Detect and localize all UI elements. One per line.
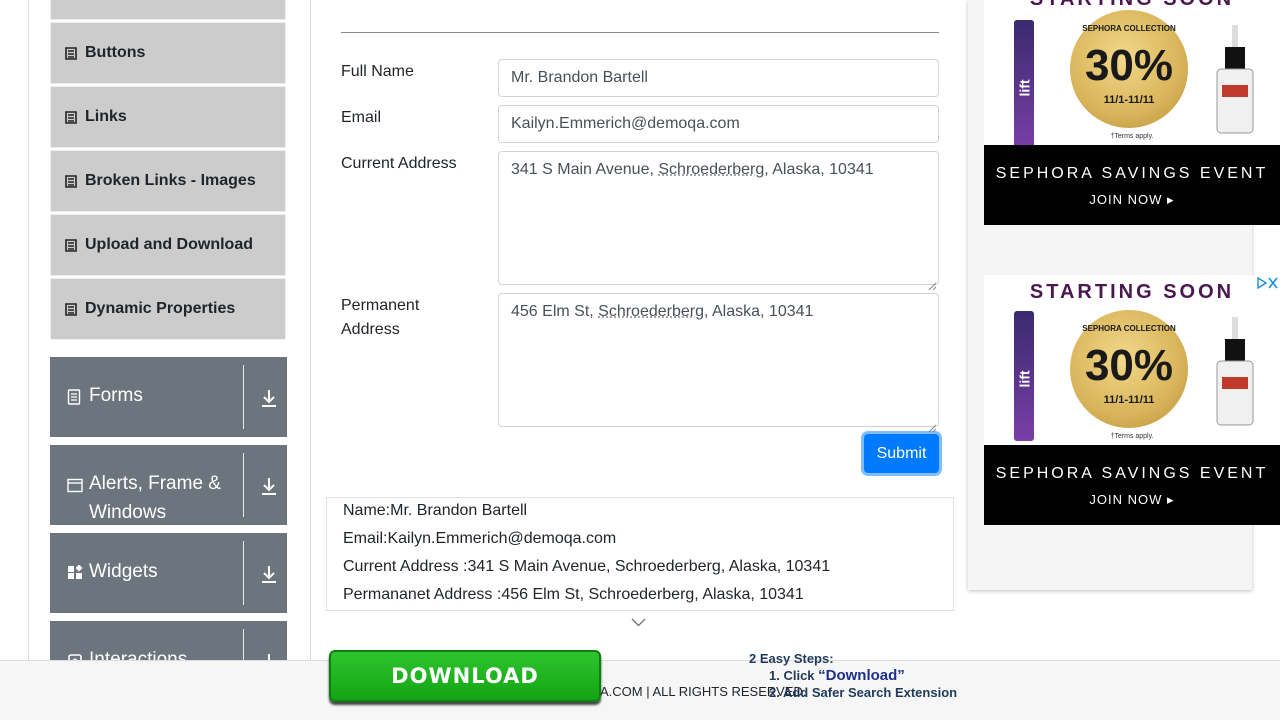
ad-terms: †Terms apply. bbox=[1110, 133, 1154, 140]
list-icon bbox=[65, 110, 77, 124]
coin-dates: 11/1-11/11 bbox=[1103, 94, 1155, 106]
group-divider bbox=[243, 453, 244, 517]
sidebar-item-label: Broken Links - Images bbox=[85, 172, 256, 189]
form-icon bbox=[67, 389, 83, 405]
sidebar-item-broken-links[interactable]: Broken Links - Images bbox=[50, 150, 286, 212]
permanent-address-text-end: , Alaska, 10341 bbox=[704, 303, 814, 320]
step-2: 2. Add Safer Search Extension bbox=[769, 685, 958, 700]
permanent-address-textarea[interactable]: 456 Elm St, Schroederberg, Alaska, 10341 bbox=[498, 293, 939, 433]
ad-join-link[interactable]: JOIN NOW ▸ bbox=[984, 492, 1280, 508]
full-name-input[interactable] bbox=[498, 59, 939, 97]
coin-collection: SEPHORA COLLECTION bbox=[1082, 24, 1176, 33]
sidebar-item-label: Links bbox=[85, 108, 127, 125]
current-address-label: Current Address bbox=[341, 155, 457, 172]
permanent-address-text: 456 Elm St, bbox=[511, 303, 599, 320]
mascara-image: lift bbox=[1014, 311, 1034, 441]
permanent-address-city: Schroederberg bbox=[598, 303, 704, 320]
permanent-address-label: Permanent bbox=[341, 297, 420, 314]
email-input[interactable] bbox=[498, 105, 939, 143]
adchoices-icon[interactable] bbox=[1244, 275, 1280, 291]
list-icon bbox=[65, 238, 77, 252]
group-divider bbox=[243, 541, 244, 605]
download-ad-steps: 2 Easy Steps: 1. Click “Download” 2. Add… bbox=[749, 650, 957, 700]
ad-event-text: SEPHORA SAVINGS EVENT bbox=[995, 465, 1269, 482]
coin-collection: SEPHORA COLLECTION bbox=[1082, 324, 1176, 333]
discount-coin: SEPHORA COLLECTION 30% 11/1-11/11 bbox=[1070, 310, 1188, 428]
permanent-address-label-line2: Address bbox=[341, 321, 400, 338]
coin-dates: 11/1-11/11 bbox=[1103, 394, 1155, 406]
resize-handle-icon[interactable] bbox=[928, 416, 937, 433]
ad-banner-middle[interactable]: STARTING SOON lift SEPHORA COLLECTION 30… bbox=[984, 275, 1280, 525]
sidebar-item-dynamic-properties[interactable]: Dynamic Properties bbox=[50, 278, 286, 340]
ad-headline: STARTING SOON bbox=[1029, 281, 1235, 303]
download-arrow-icon[interactable] bbox=[260, 476, 278, 496]
group-label-line2: Windows bbox=[89, 502, 167, 523]
step-1: 1. Click “Download” bbox=[769, 667, 905, 684]
output-email: Email:Kailyn.Emmerich@demoqa.com bbox=[343, 530, 617, 547]
sidebar-item-buttons[interactable]: Buttons bbox=[50, 22, 286, 84]
ad-band: SEPHORA SAVINGS EVENT JOIN NOW ▸ bbox=[984, 445, 1280, 525]
sidebar-group-widgets[interactable]: Widgets bbox=[50, 533, 287, 613]
mascara-image: lift bbox=[1014, 20, 1034, 150]
email-label: Email bbox=[341, 109, 382, 126]
sidebar-item-label: Dynamic Properties bbox=[85, 300, 236, 317]
sidebar-item-label: Buttons bbox=[85, 44, 146, 61]
group-label: Alerts, Frame & bbox=[89, 473, 221, 494]
group-label: Widgets bbox=[89, 561, 158, 582]
submit-button[interactable]: Submit bbox=[864, 434, 939, 473]
sidebar-group-alerts[interactable]: Alerts, Frame & Windows bbox=[50, 445, 287, 525]
widgets-icon bbox=[67, 564, 83, 581]
coin-percent: 30% bbox=[1084, 41, 1174, 90]
current-address-text-end: , Alaska, 10341 bbox=[764, 161, 874, 178]
ad-event-text: SEPHORA SAVINGS EVENT bbox=[995, 165, 1269, 182]
sidebar-item-partial[interactable] bbox=[50, 0, 286, 20]
sidebar-item-label: Upload and Download bbox=[85, 236, 253, 253]
sidebar-group-forms[interactable]: Forms bbox=[50, 357, 287, 437]
left-divider bbox=[28, 0, 29, 720]
sidebar-item-links[interactable]: Links bbox=[50, 86, 286, 148]
list-icon bbox=[65, 174, 77, 188]
ad-top-area: STARTING SOON lift SEPHORA COLLECTION 30… bbox=[984, 275, 1280, 445]
chevron-down-icon[interactable] bbox=[631, 614, 646, 627]
current-address-city: Schroederberg bbox=[658, 161, 765, 178]
group-label: Forms bbox=[89, 385, 143, 406]
ad-band: SEPHORA SAVINGS EVENT JOIN NOW ▸ bbox=[984, 145, 1280, 225]
current-address-text: 341 S Main Avenue, bbox=[511, 161, 659, 178]
form-divider bbox=[341, 32, 939, 33]
full-name-label: Full Name bbox=[341, 63, 414, 80]
steps-title: 2 Easy Steps: bbox=[749, 651, 834, 666]
bottle-image bbox=[1212, 25, 1258, 135]
footer: A.COM | ALL RIGHTS RESERVED. bbox=[0, 660, 1280, 720]
download-ad-button[interactable]: DOWNLOAD bbox=[329, 650, 601, 702]
ad-banner-top[interactable]: STARTING SOON lift SEPHORA COLLECTION 30… bbox=[984, 0, 1280, 225]
bottle-image bbox=[1212, 317, 1258, 427]
center-divider bbox=[310, 0, 311, 720]
download-arrow-icon[interactable] bbox=[260, 564, 278, 584]
output-panel: Name:Mr. Brandon Bartell Email:Kailyn.Em… bbox=[326, 497, 954, 611]
window-icon bbox=[67, 477, 83, 493]
list-icon bbox=[65, 46, 77, 60]
download-arrow-icon[interactable] bbox=[260, 388, 278, 408]
ad-top-area: STARTING SOON lift SEPHORA COLLECTION 30… bbox=[984, 0, 1280, 150]
ad-join-link[interactable]: JOIN NOW ▸ bbox=[984, 192, 1280, 208]
coin-percent: 30% bbox=[1084, 341, 1174, 390]
group-divider bbox=[243, 365, 244, 429]
discount-coin: SEPHORA COLLECTION 30% 11/1-11/11 bbox=[1070, 10, 1188, 128]
output-current-address: Current Address :341 S Main Avenue, Schr… bbox=[343, 558, 831, 575]
sidebar-item-upload-download[interactable]: Upload and Download bbox=[50, 214, 286, 276]
current-address-textarea[interactable]: 341 S Main Avenue, Schroederberg, Alaska… bbox=[498, 151, 939, 291]
ad-terms: †Terms apply. bbox=[1110, 433, 1154, 440]
output-name: Name:Mr. Brandon Bartell bbox=[343, 502, 528, 519]
list-icon bbox=[65, 302, 77, 316]
resize-handle-icon[interactable] bbox=[928, 274, 937, 291]
output-permanent-address: Permananet Address :456 Elm St, Schroede… bbox=[343, 586, 804, 603]
